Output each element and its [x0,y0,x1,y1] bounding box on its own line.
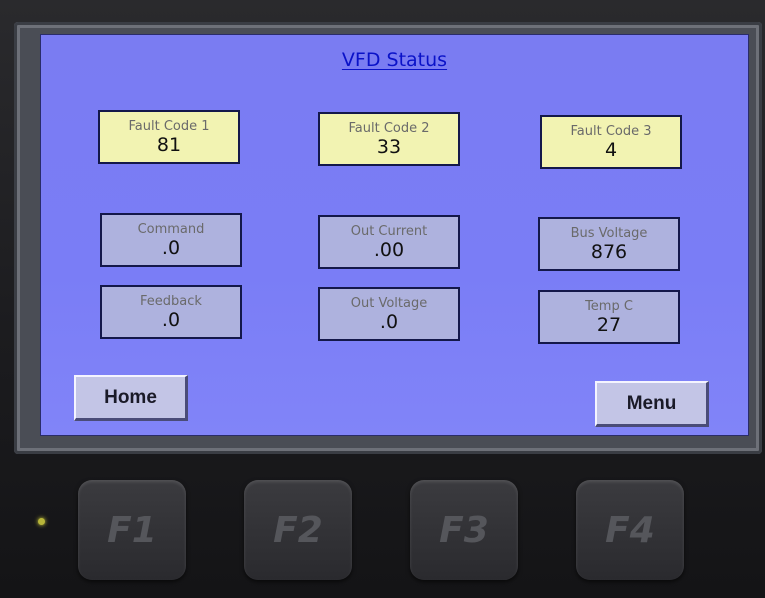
fault-code-3-label: Fault Code 3 [570,123,652,139]
bus-voltage-display: Bus Voltage 876 [538,217,680,271]
fault-code-1-label: Fault Code 1 [128,118,210,134]
fault-code-1-display: Fault Code 1 81 [98,110,240,164]
out-voltage-display: Out Voltage .0 [318,287,460,341]
command-value: .0 [161,236,181,259]
bus-voltage-label: Bus Voltage [570,225,648,241]
fault-code-1-value: 81 [156,133,182,156]
hmi-screen: VFD Status Fault Code 1 81 Fault Code 2 … [40,34,749,436]
home-button[interactable]: Home [74,375,188,421]
screen-title: VFD Status [341,49,448,71]
out-current-label: Out Current [350,223,428,239]
fault-code-3-value: 4 [604,138,618,161]
command-display: Command .0 [100,213,242,267]
feedback-label: Feedback [140,293,202,309]
fault-code-3-display: Fault Code 3 4 [540,115,682,169]
f1-key[interactable]: F1 [78,480,186,580]
fault-code-2-value: 33 [376,135,402,158]
f2-key[interactable]: F2 [244,480,352,580]
function-key-row: F1 F2 F3 F4 [0,470,765,598]
bus-voltage-value: 876 [590,240,628,263]
fault-code-2-display: Fault Code 2 33 [318,112,460,166]
status-led [38,518,45,525]
fault-code-2-label: Fault Code 2 [348,120,430,136]
out-voltage-label: Out Voltage [350,295,428,311]
temp-display: Temp C 27 [538,290,680,344]
out-voltage-value: .0 [379,310,399,333]
menu-button[interactable]: Menu [595,381,709,427]
out-current-display: Out Current .00 [318,215,460,269]
feedback-value: .0 [161,308,181,331]
f3-key[interactable]: F3 [410,480,518,580]
out-current-value: .00 [373,238,405,261]
f4-key[interactable]: F4 [576,480,684,580]
temp-label: Temp C [585,298,633,314]
command-label: Command [137,221,205,237]
feedback-display: Feedback .0 [100,285,242,339]
temp-value: 27 [596,313,622,336]
